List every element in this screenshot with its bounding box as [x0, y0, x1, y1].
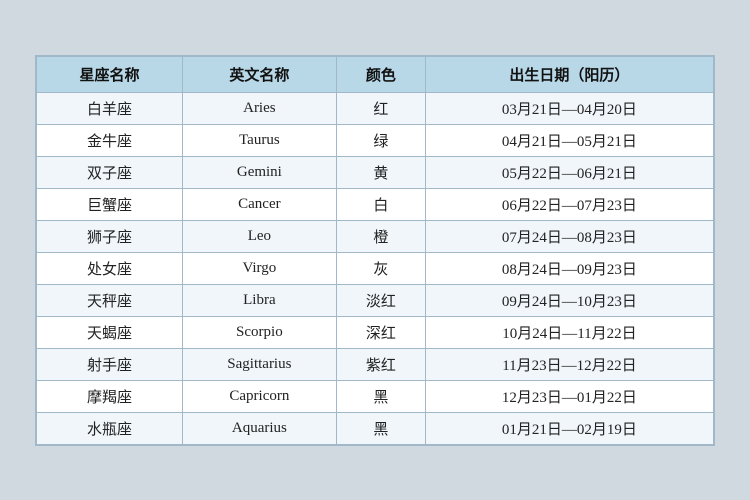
table-cell-4-3: 07月24日—08月23日 — [425, 220, 713, 252]
table-cell-4-2: 橙 — [336, 220, 425, 252]
table-header-row: 星座名称英文名称颜色出生日期（阳历） — [37, 56, 714, 92]
table-cell-2-1: Gemini — [182, 156, 336, 188]
table-cell-1-0: 金牛座 — [37, 124, 183, 156]
table-cell-10-2: 黑 — [336, 412, 425, 444]
table-cell-2-0: 双子座 — [37, 156, 183, 188]
table-row: 水瓶座Aquarius黑01月21日—02月19日 — [37, 412, 714, 444]
table-cell-8-1: Sagittarius — [182, 348, 336, 380]
table-cell-0-2: 红 — [336, 92, 425, 124]
table-cell-1-2: 绿 — [336, 124, 425, 156]
table-cell-1-1: Taurus — [182, 124, 336, 156]
table-cell-7-0: 天蝎座 — [37, 316, 183, 348]
table-row: 处女座Virgo灰08月24日—09月23日 — [37, 252, 714, 284]
table-cell-0-0: 白羊座 — [37, 92, 183, 124]
table-cell-2-2: 黄 — [336, 156, 425, 188]
table-row: 射手座Sagittarius紫红11月23日—12月22日 — [37, 348, 714, 380]
table-row: 金牛座Taurus绿04月21日—05月21日 — [37, 124, 714, 156]
table-cell-10-1: Aquarius — [182, 412, 336, 444]
table-cell-9-0: 摩羯座 — [37, 380, 183, 412]
table-cell-6-1: Libra — [182, 284, 336, 316]
table-cell-7-2: 深红 — [336, 316, 425, 348]
table-cell-1-3: 04月21日—05月21日 — [425, 124, 713, 156]
zodiac-table-container: 星座名称英文名称颜色出生日期（阳历） 白羊座Aries红03月21日—04月20… — [35, 55, 715, 446]
table-cell-9-2: 黑 — [336, 380, 425, 412]
table-cell-4-0: 狮子座 — [37, 220, 183, 252]
table-row: 白羊座Aries红03月21日—04月20日 — [37, 92, 714, 124]
table-cell-5-3: 08月24日—09月23日 — [425, 252, 713, 284]
table-cell-3-0: 巨蟹座 — [37, 188, 183, 220]
table-cell-6-3: 09月24日—10月23日 — [425, 284, 713, 316]
table-row: 狮子座Leo橙07月24日—08月23日 — [37, 220, 714, 252]
zodiac-table: 星座名称英文名称颜色出生日期（阳历） 白羊座Aries红03月21日—04月20… — [36, 56, 714, 445]
table-cell-8-3: 11月23日—12月22日 — [425, 348, 713, 380]
column-header-0: 星座名称 — [37, 56, 183, 92]
table-cell-3-1: Cancer — [182, 188, 336, 220]
table-cell-6-0: 天秤座 — [37, 284, 183, 316]
column-header-3: 出生日期（阳历） — [425, 56, 713, 92]
table-row: 天蝎座Scorpio深红10月24日—11月22日 — [37, 316, 714, 348]
table-cell-5-1: Virgo — [182, 252, 336, 284]
table-cell-10-3: 01月21日—02月19日 — [425, 412, 713, 444]
column-header-1: 英文名称 — [182, 56, 336, 92]
table-cell-8-2: 紫红 — [336, 348, 425, 380]
table-row: 巨蟹座Cancer白06月22日—07月23日 — [37, 188, 714, 220]
table-cell-3-3: 06月22日—07月23日 — [425, 188, 713, 220]
table-cell-7-1: Scorpio — [182, 316, 336, 348]
column-header-2: 颜色 — [336, 56, 425, 92]
table-cell-9-1: Capricorn — [182, 380, 336, 412]
table-row: 天秤座Libra淡红09月24日—10月23日 — [37, 284, 714, 316]
table-cell-10-0: 水瓶座 — [37, 412, 183, 444]
table-cell-8-0: 射手座 — [37, 348, 183, 380]
table-cell-2-3: 05月22日—06月21日 — [425, 156, 713, 188]
table-cell-0-1: Aries — [182, 92, 336, 124]
table-cell-5-0: 处女座 — [37, 252, 183, 284]
table-cell-6-2: 淡红 — [336, 284, 425, 316]
table-cell-5-2: 灰 — [336, 252, 425, 284]
table-cell-4-1: Leo — [182, 220, 336, 252]
table-cell-0-3: 03月21日—04月20日 — [425, 92, 713, 124]
table-row: 摩羯座Capricorn黑12月23日—01月22日 — [37, 380, 714, 412]
table-cell-9-3: 12月23日—01月22日 — [425, 380, 713, 412]
table-cell-3-2: 白 — [336, 188, 425, 220]
table-row: 双子座Gemini黄05月22日—06月21日 — [37, 156, 714, 188]
table-cell-7-3: 10月24日—11月22日 — [425, 316, 713, 348]
